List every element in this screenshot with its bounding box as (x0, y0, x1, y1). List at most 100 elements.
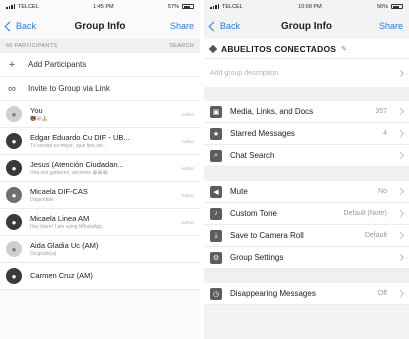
invite-link-button[interactable]: ∞ Invite to Group via Link (0, 77, 200, 101)
download-icon: ⤓ (210, 229, 222, 242)
admin-badge: Admin (181, 165, 194, 171)
participants-screen: TELCEL 1:45 PM 57% Back Group Info Share… (0, 0, 200, 339)
edit-icon: ✎ (341, 45, 348, 53)
admin-badge: Admin (181, 111, 194, 117)
member-status: Ocupado(a) (30, 251, 57, 257)
member-name: You (30, 106, 43, 115)
battery-percent: 56% (376, 3, 388, 10)
group-settings-row[interactable]: ⚙ Group Settings (204, 247, 409, 269)
nav-bar: Back Group Info Share (0, 13, 200, 39)
group-info-screen: TELCEL 10:09 PM 56% Back Group Info Shar… (204, 0, 409, 339)
starred-messages-row[interactable]: ★ Starred Messages 4 (204, 123, 409, 145)
mute-label: Mute (230, 187, 248, 196)
group-name[interactable]: ABUELITOS CONECTADOS ✎ (204, 39, 409, 59)
avatar: ● (6, 241, 22, 257)
chat-search-row[interactable]: ⌕ Chat Search (204, 145, 409, 167)
battery-icon (181, 4, 194, 9)
avatar: ● (6, 214, 22, 230)
chevron-right-icon (396, 253, 405, 262)
list-item[interactable]: ● Jesus (Atención Ciudadan... Una vez go… (0, 155, 200, 182)
chevron-right-icon (396, 209, 405, 218)
member-name: Aida Gladia Uc (AM) (30, 241, 99, 250)
member-status: Hey there! I am using WhatsApp. (30, 224, 104, 230)
status-bar: TELCEL 1:45 PM 57% (0, 0, 200, 13)
add-participants-button[interactable]: + Add Participants (0, 53, 200, 77)
chat-search-label: Chat Search (230, 151, 275, 160)
battery-percent: 57% (167, 3, 179, 10)
status-bar: TELCEL 10:09 PM 56% (204, 0, 409, 13)
avatar: ● (6, 160, 22, 176)
search-icon: ⌕ (210, 149, 222, 162)
member-status: Disponible (30, 197, 54, 203)
chevron-right-icon (396, 187, 405, 196)
signal-icon (6, 4, 15, 9)
timer-icon: ◷ (210, 287, 222, 300)
chevron-right-icon (396, 151, 405, 160)
signal-icon (210, 4, 219, 9)
member-name: Micaela DIF-CAS (30, 187, 88, 196)
avatar: ● (6, 187, 22, 203)
gear-icon: ⚙ (210, 251, 222, 264)
screenshot-composite: TELCEL 1:45 PM 57% Back Group Info Share… (0, 0, 409, 339)
carrier-label: TELCEL (18, 3, 39, 10)
avatar: ● (6, 133, 22, 149)
share-button[interactable]: Share (379, 21, 403, 31)
admin-badge: Admin (181, 219, 194, 225)
save-camera-roll-value: Default (364, 232, 387, 239)
share-button[interactable]: Share (170, 21, 194, 31)
search-participants-button[interactable]: SEARCH (169, 43, 194, 49)
starred-count: 4 (383, 130, 387, 137)
photo-icon: ▣ (210, 105, 222, 118)
list-item[interactable]: ● Aida Gladia Uc (AM) Ocupado(a) (0, 236, 200, 263)
avatar: ● (6, 268, 22, 284)
disappearing-value: Off (377, 290, 387, 297)
status-time: 1:45 PM (93, 3, 114, 10)
star-icon: ★ (210, 127, 222, 140)
member-status: Tu verdad es mejor, ¡que tipo ser... (30, 143, 108, 149)
list-item[interactable]: ● You 🐻😀🙏 Admin (0, 101, 200, 128)
add-participants-label: Add Participants (28, 60, 87, 69)
custom-tone-label: Custom Tone (230, 209, 277, 218)
status-time: 10:09 PM (298, 3, 322, 10)
carrier-label: TELCEL (222, 3, 243, 10)
list-item[interactable]: ● Micaela Linea AM Hey there! I am using… (0, 209, 200, 236)
save-camera-roll-row[interactable]: ⤓ Save to Camera Roll Default (204, 225, 409, 247)
group-name-label: ABUELITOS CONECTADOS (221, 43, 337, 54)
member-name: Micaela Linea AM (30, 214, 90, 223)
starred-label: Starred Messages (230, 129, 295, 138)
list-item[interactable]: ● Carmen Cruz (AM) (0, 263, 200, 290)
plus-icon: + (8, 58, 16, 71)
speaker-icon: ◀ (210, 185, 222, 198)
admin-badge: Admin (181, 192, 194, 198)
mute-row[interactable]: ◀ Mute No (204, 181, 409, 203)
mute-value: No (378, 188, 387, 195)
member-name: Jesus (Atención Ciudadan... (30, 160, 124, 169)
back-button[interactable]: Back (208, 21, 241, 31)
avatar: ● (6, 106, 22, 122)
back-button[interactable]: Back (4, 21, 36, 31)
chevron-right-icon (396, 289, 405, 298)
group-settings-label: Group Settings (230, 253, 284, 262)
description-placeholder: Add group description (210, 69, 279, 77)
battery-icon (390, 4, 403, 9)
save-camera-roll-label: Save to Camera Roll (230, 231, 304, 240)
back-label: Back (220, 21, 241, 31)
list-item[interactable]: ● Edgar Eduardo Cu DIF - UB... Tu verdad… (0, 128, 200, 155)
media-links-docs-row[interactable]: ▣ Media, Links, and Docs 357 (204, 101, 409, 123)
group-icon (208, 44, 218, 53)
invite-link-label: Invite to Group via Link (28, 84, 110, 93)
music-icon: ♪ (210, 207, 222, 220)
chevron-right-icon (396, 69, 405, 77)
list-item[interactable]: ● Micaela DIF-CAS Disponible Admin (0, 182, 200, 209)
disappearing-label: Disappearing Messages (230, 289, 316, 298)
member-status: 🐻😀🙏 (30, 116, 48, 122)
member-name: Edgar Eduardo Cu DIF - UB... (30, 133, 130, 142)
chevron-right-icon (396, 231, 405, 240)
disappearing-messages-row[interactable]: ◷ Disappearing Messages Off (204, 283, 409, 305)
section-spacer (204, 87, 409, 101)
group-description-field[interactable]: Add group description (204, 59, 409, 87)
custom-tone-row[interactable]: ♪ Custom Tone Default (Note) (204, 203, 409, 225)
participants-count: 66 PARTICIPANTS (6, 43, 58, 49)
member-name: Carmen Cruz (AM) (30, 271, 93, 280)
chevron-right-icon (396, 129, 405, 138)
